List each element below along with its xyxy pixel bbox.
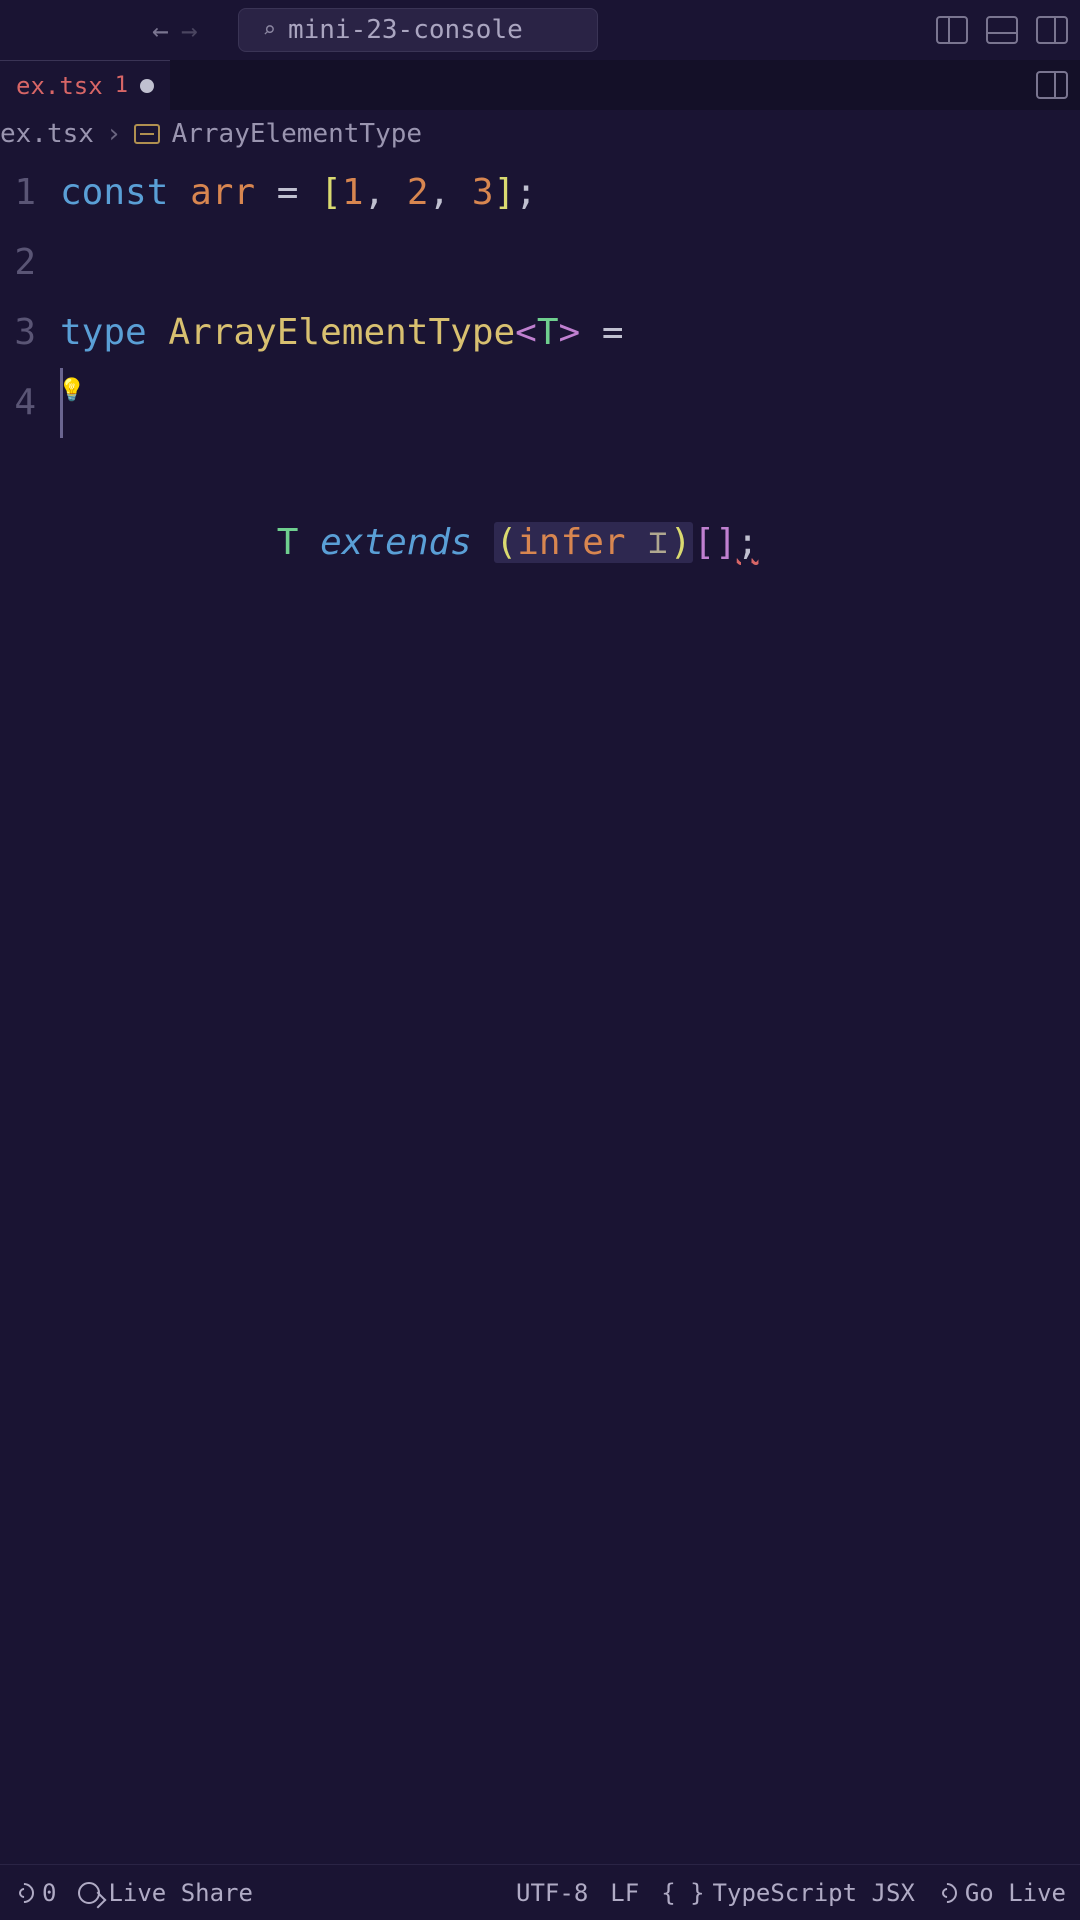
token-typename: ArrayElementType xyxy=(168,312,515,353)
token-bracket: [ xyxy=(693,522,715,563)
line-number: 3 xyxy=(0,298,36,368)
tab-filename: ex.tsx xyxy=(16,72,103,100)
token-typeparam: T xyxy=(277,522,299,563)
braces-icon: { } xyxy=(661,1879,704,1907)
line-number: 4 xyxy=(0,368,36,438)
symbol-type-icon xyxy=(134,124,160,144)
token-keyword: const xyxy=(60,172,168,213)
text-cursor-icon: Ꮖ xyxy=(647,509,669,579)
layout-controls xyxy=(936,16,1068,44)
code-content[interactable]: const arr = [1, 2, 3]; type ArrayElement… xyxy=(60,158,1080,438)
remote-count: 0 xyxy=(42,1879,56,1907)
token-operator: = xyxy=(580,312,623,353)
token-punct: , xyxy=(429,172,472,213)
token-punct: , xyxy=(364,172,407,213)
go-live-button[interactable]: Go Live xyxy=(937,1879,1066,1907)
token-keyword: infer xyxy=(517,522,625,563)
live-share-button[interactable]: Live Share xyxy=(78,1879,253,1907)
token-bracket: ] xyxy=(494,172,516,213)
line-number: 2 xyxy=(0,228,36,298)
breadcrumb[interactable]: ex.tsx › ArrayElementType xyxy=(0,110,1080,158)
code-line[interactable]: type ArrayElementType<T> = xyxy=(60,298,1080,368)
split-editor-icon[interactable] xyxy=(1036,71,1068,99)
breadcrumb-symbol[interactable]: ArrayElementType xyxy=(172,119,422,149)
toggle-panel-icon[interactable] xyxy=(986,16,1018,44)
token-bracket: [ xyxy=(320,172,342,213)
line-number-gutter: 1 2 3 4 xyxy=(0,158,60,438)
nav-forward-icon: → xyxy=(181,14,198,47)
code-editor[interactable]: 1 2 3 4 const arr = [1, 2, 3]; type Arra… xyxy=(0,158,1080,438)
window-titlebar: ← → ⌕ mini-23-console xyxy=(0,0,1080,60)
editor-tab[interactable]: ex.tsx 1 xyxy=(0,60,170,110)
token-keyword: extends xyxy=(320,522,472,563)
tab-bar: ex.tsx 1 xyxy=(0,60,1080,110)
token-keyword: type xyxy=(60,312,147,353)
chevron-right-icon: › xyxy=(106,119,122,149)
token-paren: ) xyxy=(670,522,692,563)
project-name: mini-23-console xyxy=(288,15,523,45)
go-live-label: Go Live xyxy=(965,1879,1066,1907)
token-punct-error: ; xyxy=(737,522,759,563)
live-share-label: Live Share xyxy=(108,1879,253,1907)
broadcast-icon xyxy=(14,1883,34,1903)
command-center[interactable]: ⌕ mini-23-console xyxy=(238,8,598,52)
live-share-icon xyxy=(78,1882,100,1904)
breadcrumb-file[interactable]: ex.tsx xyxy=(0,119,94,149)
language-label: TypeScript JSX xyxy=(713,1879,915,1907)
tab-problems-count: 1 xyxy=(115,73,128,98)
search-icon: ⌕ xyxy=(263,18,276,43)
indent xyxy=(190,522,277,563)
encoding-button[interactable]: UTF-8 xyxy=(516,1879,588,1907)
token-identifier: arr xyxy=(190,172,255,213)
nav-back-icon[interactable]: ← xyxy=(152,14,169,47)
toggle-sidebar-icon[interactable] xyxy=(936,16,968,44)
code-line[interactable] xyxy=(60,228,1080,298)
nav-arrows: ← → xyxy=(152,14,198,47)
eol-label: LF xyxy=(610,1879,639,1907)
token-angle: < xyxy=(515,312,537,353)
token-operator: = xyxy=(255,172,320,213)
token-typeparam: T xyxy=(537,312,559,353)
token-paren: ( xyxy=(496,522,518,563)
token-number: 1 xyxy=(342,172,364,213)
remote-status[interactable]: 0 xyxy=(14,1879,56,1907)
token-angle: > xyxy=(559,312,581,353)
line-number: 1 xyxy=(0,158,36,228)
eol-button[interactable]: LF xyxy=(610,1879,639,1907)
lightbulb-icon[interactable]: 💡 xyxy=(58,356,85,426)
token-bracket: ] xyxy=(715,522,737,563)
unsaved-dot-icon xyxy=(140,79,154,93)
token-number: 3 xyxy=(472,172,494,213)
toggle-secondary-sidebar-icon[interactable] xyxy=(1036,16,1068,44)
token-number: 2 xyxy=(407,172,429,213)
broadcast-icon xyxy=(937,1883,957,1903)
code-line[interactable]: const arr = [1, 2, 3]; xyxy=(60,158,1080,228)
code-line[interactable]: 💡 T extends (infer Ꮖ)[]; xyxy=(60,368,1080,438)
language-mode-button[interactable]: { } TypeScript JSX xyxy=(661,1879,915,1907)
token-punct: ; xyxy=(515,172,537,213)
selection-highlight: (infer Ꮖ) xyxy=(494,522,694,563)
encoding-label: UTF-8 xyxy=(516,1879,588,1907)
status-bar: 0 Live Share UTF-8 LF { } TypeScript JSX… xyxy=(0,1864,1080,1920)
